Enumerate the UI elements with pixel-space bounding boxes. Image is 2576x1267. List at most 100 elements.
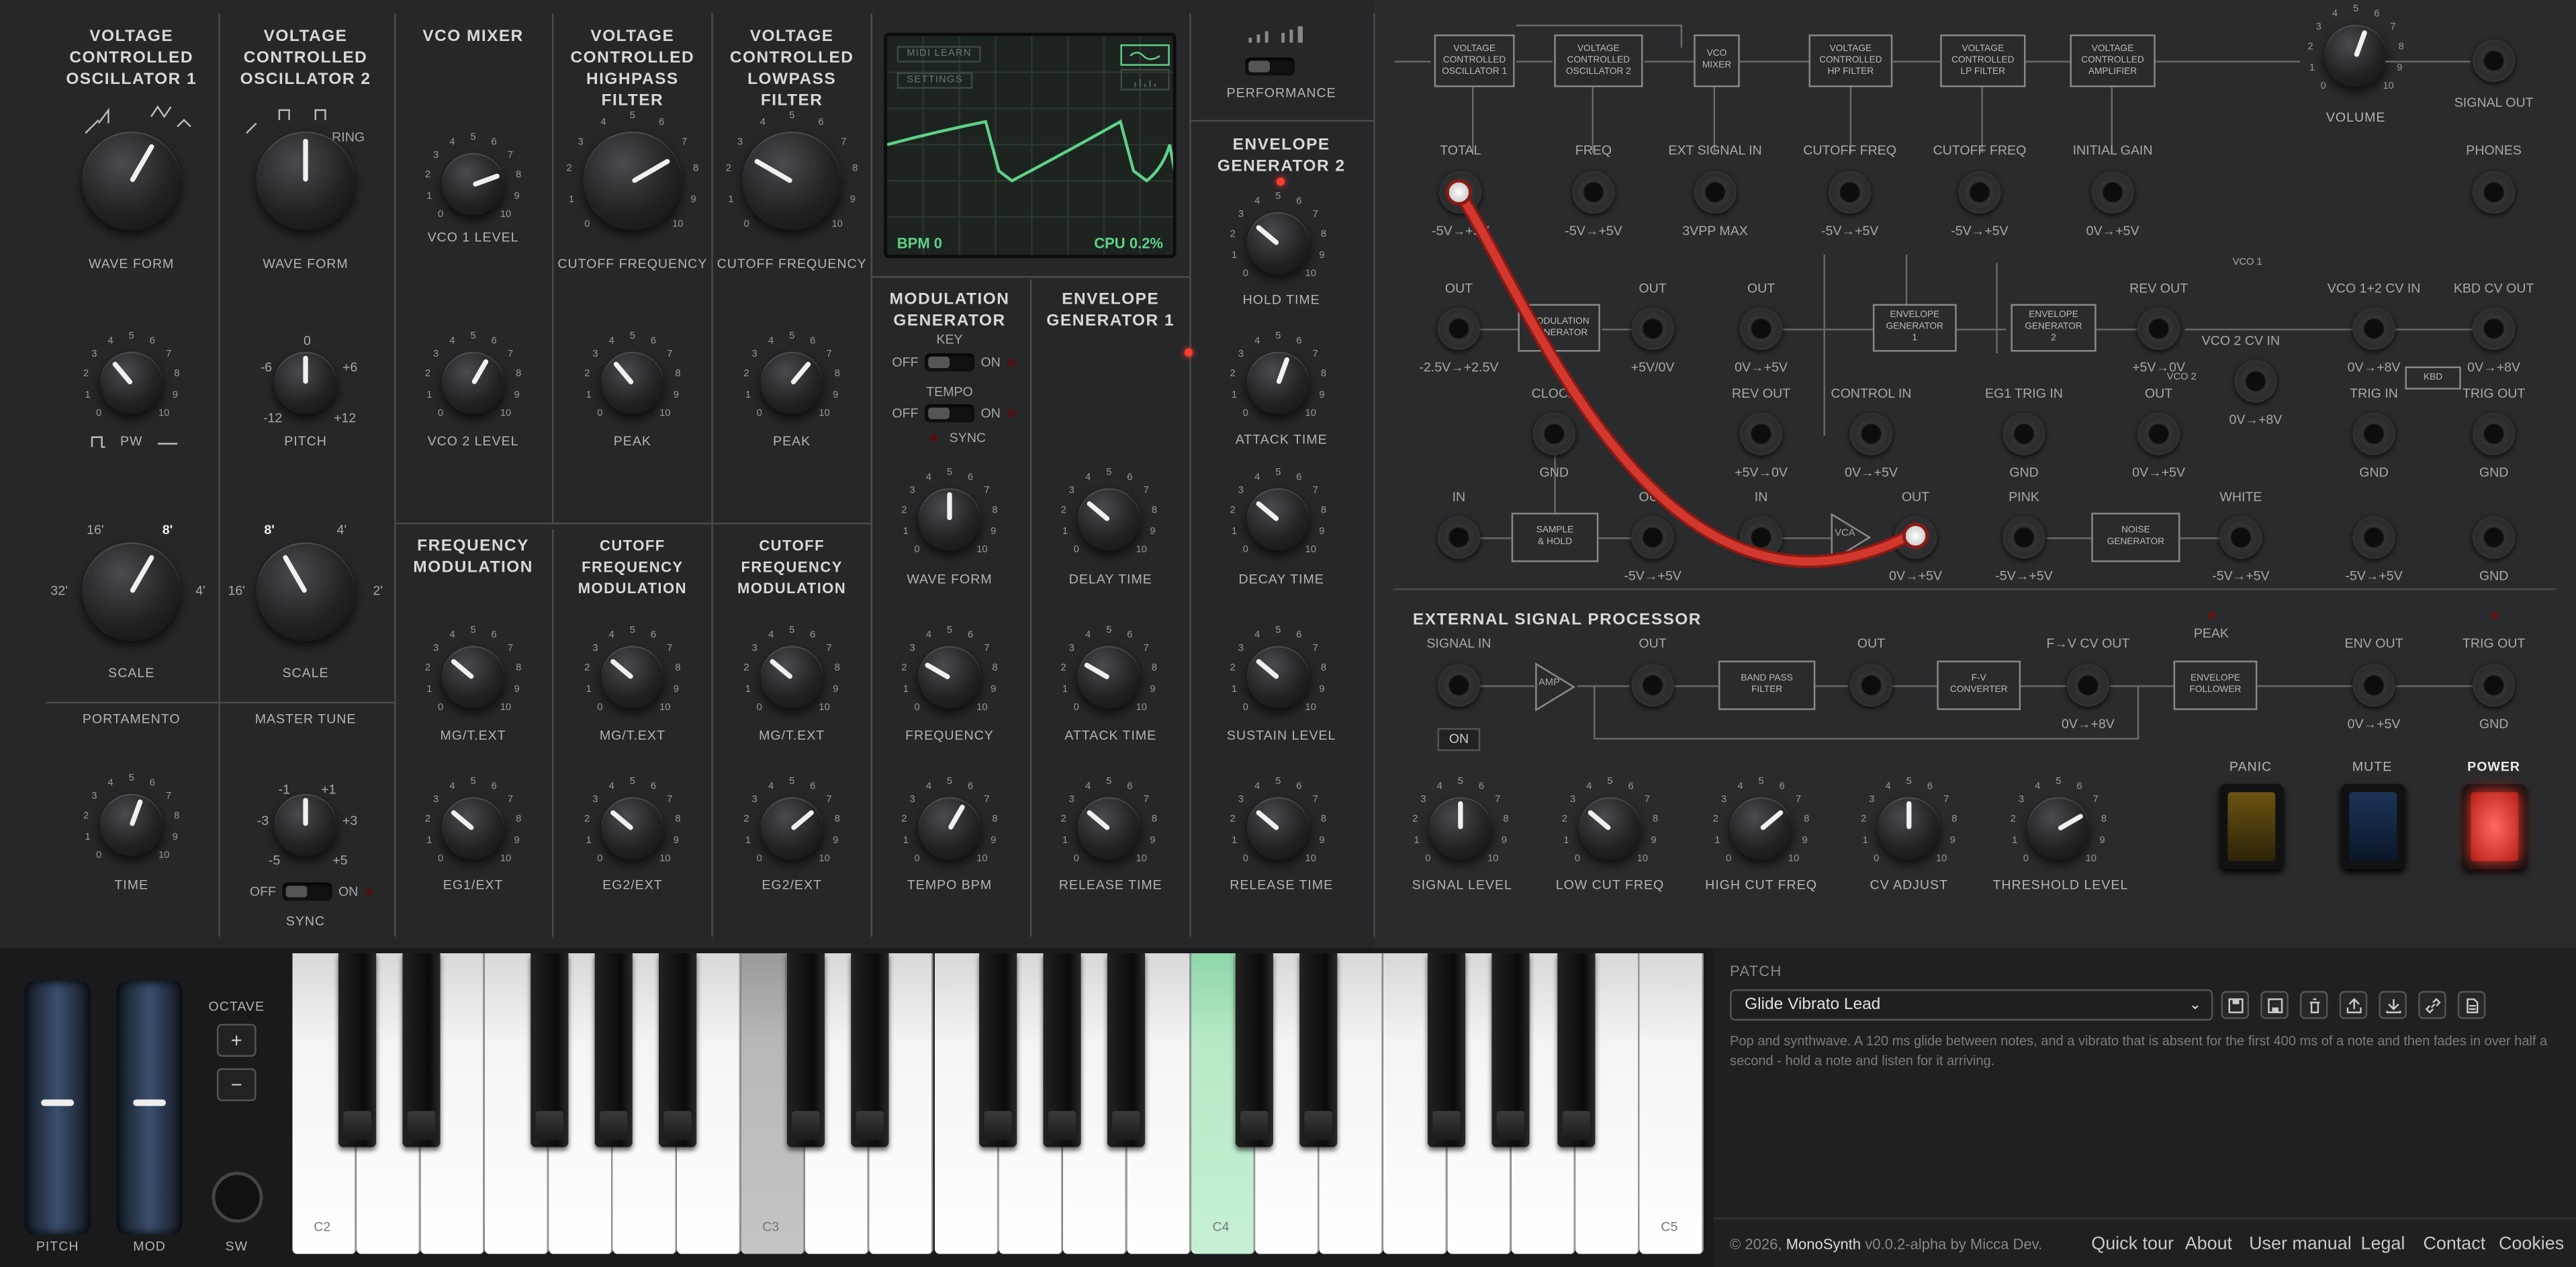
black-key[interactable] xyxy=(979,953,1017,1147)
black-key[interactable] xyxy=(1556,953,1595,1147)
document-icon[interactable] xyxy=(2457,991,2486,1019)
footer-link-quick-tour[interactable]: Quick tour xyxy=(2091,1234,2174,1254)
jack-vco12-cv-in[interactable] xyxy=(2352,307,2395,351)
save-icon[interactable] xyxy=(2221,991,2250,1019)
volume-knob[interactable] xyxy=(2324,24,2387,87)
jack-esp-bpf-out[interactable] xyxy=(1849,664,1893,707)
patch-cable[interactable] xyxy=(1429,165,1955,625)
scale2-knob[interactable] xyxy=(256,542,355,642)
black-key[interactable] xyxy=(1299,953,1338,1147)
eg1-release-knob[interactable] xyxy=(1077,797,1140,860)
eg1-attack-knob[interactable] xyxy=(1077,646,1140,709)
octave-up-button[interactable]: + xyxy=(216,1024,257,1057)
wave-view-icon[interactable] xyxy=(1120,44,1170,66)
jack-vco2-cv-in[interactable] xyxy=(2234,359,2277,403)
pw-knob[interactable] xyxy=(100,351,163,414)
vco1-level-knob[interactable] xyxy=(442,152,505,216)
mg-t-ext-2-knob[interactable] xyxy=(601,646,664,709)
eg2-hold-knob[interactable] xyxy=(1246,212,1309,275)
eg2-attack-knob[interactable] xyxy=(1246,351,1309,414)
scale1-knob[interactable] xyxy=(82,542,181,642)
jack-esp-out[interactable] xyxy=(1631,664,1674,707)
link-icon[interactable] xyxy=(2418,991,2446,1019)
power-button[interactable] xyxy=(2463,783,2527,870)
footer-link-about[interactable]: About xyxy=(2185,1234,2232,1254)
black-key[interactable] xyxy=(337,953,376,1147)
sw-button[interactable] xyxy=(212,1172,263,1223)
spectrum-view-icon[interactable] xyxy=(1120,69,1170,91)
mod-wheel[interactable] xyxy=(116,981,183,1235)
jack-env-out[interactable] xyxy=(2352,664,2395,707)
mg-wave-knob[interactable] xyxy=(918,488,981,551)
jack-eg2-rev-out[interactable] xyxy=(2137,307,2180,351)
jack-trig-in[interactable] xyxy=(2352,412,2395,455)
app-name[interactable]: MonoSynth xyxy=(1786,1236,1861,1252)
hp-cutoff-knob[interactable] xyxy=(583,131,682,230)
black-key[interactable] xyxy=(1428,953,1467,1147)
jack-eg2-out[interactable] xyxy=(2137,412,2180,455)
jack-pink[interactable] xyxy=(2003,516,2045,559)
download-icon[interactable] xyxy=(2379,991,2407,1019)
tempo-toggle[interactable] xyxy=(925,404,974,423)
jack-env-b[interactable] xyxy=(2472,516,2516,559)
jack-phones[interactable] xyxy=(2472,171,2516,214)
mg-freq-knob[interactable] xyxy=(918,646,981,709)
sync-toggle[interactable] xyxy=(282,882,332,901)
vco2-wave-knob[interactable] xyxy=(256,131,355,230)
jack-initial-gain[interactable] xyxy=(2091,171,2134,214)
black-key[interactable] xyxy=(1043,953,1081,1147)
master-tune-knob[interactable] xyxy=(274,793,337,857)
cv-adjust-knob[interactable] xyxy=(1878,797,1941,860)
eg2-ext-1-knob[interactable] xyxy=(601,797,664,860)
black-key[interactable] xyxy=(1107,953,1146,1147)
black-key[interactable] xyxy=(1492,953,1530,1147)
mg-t-ext-3-knob[interactable] xyxy=(760,646,823,709)
footer-link-legal[interactable]: Legal xyxy=(2360,1234,2405,1254)
performance-toggle[interactable] xyxy=(1245,57,1295,76)
low-cut-knob[interactable] xyxy=(1578,797,1641,860)
jack-trig-out[interactable] xyxy=(2472,412,2516,455)
jack-kbd-cv-out[interactable] xyxy=(2472,307,2516,351)
jack-esp-trig-out[interactable] xyxy=(2472,664,2516,707)
lp-peak-knob[interactable] xyxy=(760,351,823,414)
black-key[interactable] xyxy=(1236,953,1274,1147)
jack-env-a[interactable] xyxy=(2352,516,2395,559)
octave-down-button[interactable]: − xyxy=(216,1068,257,1102)
panic-button[interactable] xyxy=(2219,783,2284,870)
midi-learn-button[interactable]: MIDI LEARN xyxy=(896,46,982,62)
footer-link-user-manual[interactable]: User manual xyxy=(2249,1234,2352,1254)
footer-link-contact[interactable]: Contact xyxy=(2423,1234,2485,1254)
jack-cutoff-lp[interactable] xyxy=(1958,171,2001,214)
jack-signal-out[interactable] xyxy=(2472,39,2516,83)
black-key[interactable] xyxy=(530,953,568,1147)
patch-select[interactable]: Glide Vibrato Lead ⌄ xyxy=(1730,989,2213,1021)
eg1-ext-knob[interactable] xyxy=(442,797,505,860)
eg2-release-knob[interactable] xyxy=(1246,797,1309,860)
black-key[interactable] xyxy=(594,953,633,1147)
jack-white[interactable] xyxy=(2219,516,2262,559)
black-key[interactable] xyxy=(851,953,889,1147)
vco2-level-knob[interactable] xyxy=(442,351,505,414)
pitch-knob[interactable] xyxy=(274,351,337,414)
esp-on-button[interactable]: ON xyxy=(1437,728,1481,752)
mg-t-ext-1-knob[interactable] xyxy=(442,646,505,709)
black-key[interactable] xyxy=(658,953,696,1147)
jack-esp-signal-in[interactable] xyxy=(1437,664,1481,707)
jack-eg1-trig-in[interactable] xyxy=(2003,412,2045,455)
signal-level-knob[interactable] xyxy=(1429,797,1492,860)
share-icon[interactable] xyxy=(2339,991,2368,1019)
eg2-ext-2-knob[interactable] xyxy=(760,797,823,860)
pitch-wheel[interactable] xyxy=(24,981,91,1235)
cable-plug[interactable] xyxy=(1445,179,1472,206)
save-as-icon[interactable] xyxy=(2260,991,2289,1019)
hp-peak-knob[interactable] xyxy=(601,351,664,414)
white-key[interactable] xyxy=(1639,953,1704,1254)
footer-link-cookies[interactable]: Cookies xyxy=(2499,1234,2564,1254)
black-key[interactable] xyxy=(402,953,440,1147)
mute-button[interactable] xyxy=(2341,783,2405,870)
jack-fv-cv-out[interactable] xyxy=(2066,664,2110,707)
time-knob[interactable] xyxy=(100,793,163,857)
black-key[interactable] xyxy=(786,953,825,1147)
key-toggle[interactable] xyxy=(925,353,974,372)
mg-tempo-knob[interactable] xyxy=(918,797,981,860)
